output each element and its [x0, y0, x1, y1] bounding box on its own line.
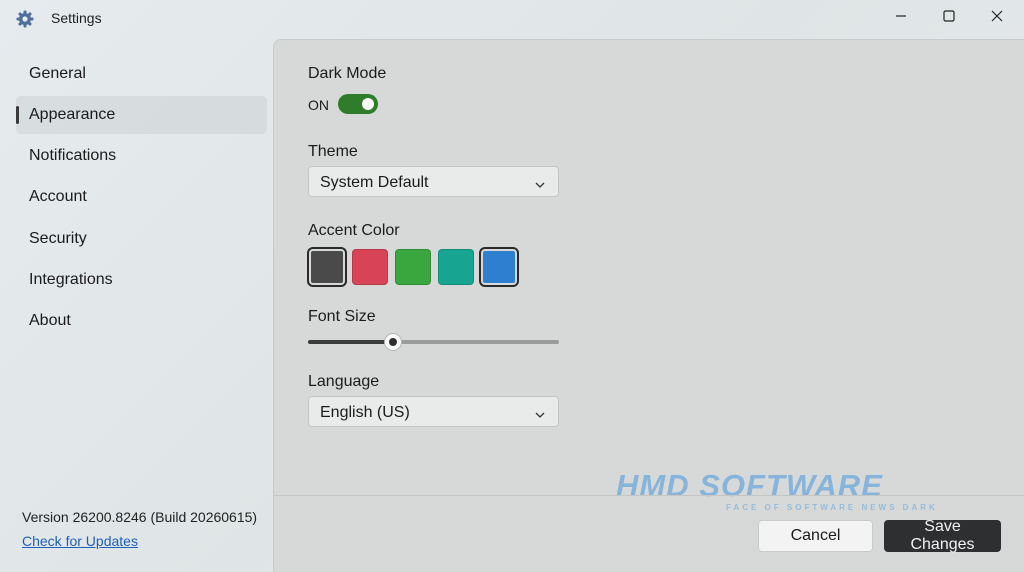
- watermark-text: HMD SOFTWARE: [616, 468, 883, 503]
- theme-select[interactable]: System Default: [308, 166, 559, 197]
- accent-swatch[interactable]: [438, 249, 474, 285]
- check-for-updates-link[interactable]: Check for Updates: [22, 533, 138, 549]
- watermark-logo: HMD SOFTWARE FACE OF SOFTWARE NEWS DARK: [616, 466, 966, 514]
- sidebar-item-notifications[interactable]: Notifications: [16, 137, 267, 175]
- chevron-down-icon: [534, 177, 546, 188]
- maximize-icon: [943, 9, 955, 27]
- dark-mode-toggle[interactable]: [338, 94, 378, 114]
- sidebar-item-label: Notifications: [29, 147, 117, 164]
- close-icon: [991, 9, 1003, 27]
- sidebar-item-label: Security: [29, 230, 87, 247]
- accent-color-label: Accent Color: [308, 222, 400, 239]
- sidebar-item-label: Integrations: [29, 271, 113, 288]
- gear-icon: [15, 9, 35, 29]
- footer-divider: [273, 495, 1024, 496]
- chevron-down-icon: [534, 407, 546, 418]
- theme-select-value: System Default: [320, 174, 429, 191]
- theme-label: Theme: [308, 143, 358, 160]
- cancel-button[interactable]: Cancel: [758, 520, 873, 552]
- version-text: Version 26200.8246 (Build 20260615): [22, 509, 258, 525]
- minimize-icon: [895, 9, 907, 27]
- minimize-button[interactable]: [879, 4, 923, 32]
- sidebar-item-label: General: [29, 65, 86, 82]
- accent-swatch[interactable]: [307, 247, 347, 287]
- sidebar-item-integrations[interactable]: Integrations: [16, 261, 267, 299]
- accent-swatch[interactable]: [395, 249, 431, 285]
- sidebar-item-about[interactable]: About: [16, 302, 267, 340]
- watermark-subtext: FACE OF SOFTWARE NEWS DARK: [726, 503, 938, 512]
- close-button[interactable]: [975, 4, 1019, 32]
- maximize-button[interactable]: [927, 4, 971, 32]
- accent-swatch[interactable]: [352, 249, 388, 285]
- font-size-label: Font Size: [308, 308, 376, 325]
- dark-mode-label: Dark Mode: [308, 65, 387, 82]
- language-select-value: English (US): [320, 404, 410, 421]
- sidebar-item-label: About: [29, 312, 71, 329]
- sidebar-item-label: Appearance: [29, 106, 116, 123]
- sidebar-item-appearance[interactable]: Appearance: [16, 96, 267, 134]
- slider-fill: [308, 340, 394, 344]
- sidebar-item-label: Account: [29, 188, 87, 205]
- accent-swatch[interactable]: [479, 247, 519, 287]
- sidebar-item-general[interactable]: General: [16, 55, 267, 93]
- toggle-knob: [362, 98, 374, 110]
- language-select[interactable]: English (US): [308, 396, 559, 427]
- sidebar-item-account[interactable]: Account: [16, 178, 267, 216]
- window-title: Settings: [51, 10, 102, 26]
- save-changes-button[interactable]: Save Changes: [884, 518, 1001, 553]
- sidebar-item-security[interactable]: Security: [16, 220, 267, 258]
- title-bar: Settings: [0, 0, 1024, 38]
- language-label: Language: [308, 373, 380, 390]
- font-size-slider[interactable]: [308, 333, 559, 351]
- dark-mode-state: ON: [308, 97, 329, 113]
